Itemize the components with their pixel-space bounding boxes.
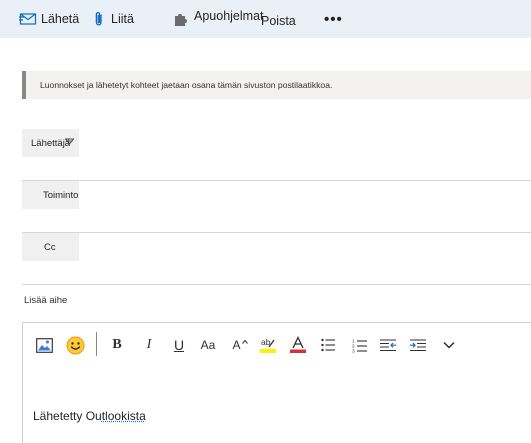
svg-text:3: 3 bbox=[352, 348, 355, 353]
bullet-list-icon bbox=[321, 338, 335, 352]
send-icon bbox=[19, 13, 37, 25]
send-label: Lähetä bbox=[41, 12, 80, 26]
emoji-icon bbox=[66, 336, 84, 354]
italic-button[interactable]: I bbox=[141, 333, 157, 357]
insert-picture-button[interactable] bbox=[34, 333, 54, 357]
arrow-up-icon bbox=[241, 339, 248, 344]
attach-label: Liitä bbox=[111, 12, 134, 26]
emoji-button[interactable] bbox=[64, 333, 86, 357]
italic-icon: I bbox=[146, 337, 152, 352]
from-button[interactable]: Lähettäjä bbox=[22, 129, 79, 157]
font-color-icon bbox=[290, 336, 306, 353]
cc-row: Cc bbox=[22, 233, 531, 285]
bold-icon: B bbox=[112, 337, 122, 352]
delete-label: Poista bbox=[261, 14, 296, 28]
message-body-signature: Lähetetty Outlookista bbox=[33, 409, 146, 423]
addins-label: Apuohjelmat bbox=[194, 9, 264, 23]
cc-label: Cc bbox=[44, 241, 56, 253]
bold-button[interactable]: B bbox=[109, 333, 125, 357]
grow-font-icon: A bbox=[232, 338, 241, 352]
addins-button[interactable]: Apuohjelmat bbox=[172, 0, 264, 38]
subject-input[interactable]: Lisää aihe bbox=[24, 295, 67, 306]
more-icon: ••• bbox=[324, 10, 343, 28]
underline-icon: U bbox=[173, 337, 185, 353]
cc-button[interactable]: Cc bbox=[22, 233, 79, 261]
chevron-down-icon bbox=[443, 341, 455, 349]
more-formatting-button[interactable] bbox=[441, 333, 457, 357]
paperclip-icon bbox=[95, 12, 102, 26]
font-color-button[interactable] bbox=[288, 333, 308, 357]
shared-mailbox-infobar: Luonnokset ja lähetetyt kohteet jaetaan … bbox=[22, 71, 531, 99]
to-label: Toiminto bbox=[43, 189, 79, 201]
bullets-button[interactable] bbox=[320, 333, 336, 357]
attach-button[interactable]: Liitä bbox=[95, 0, 134, 38]
to-row: Toiminto bbox=[22, 181, 531, 233]
puzzle-icon bbox=[175, 14, 187, 26]
more-options-button[interactable]: ••• bbox=[324, 0, 343, 38]
from-row: Lähettäjä bbox=[22, 129, 531, 181]
font-size-icon: Aa bbox=[200, 338, 216, 352]
highlight-button[interactable]: ab bbox=[258, 333, 278, 357]
increase-indent-button[interactable] bbox=[409, 333, 427, 357]
grow-font-button[interactable]: A bbox=[230, 333, 250, 357]
numbered-list-icon: 1 2 3 bbox=[352, 338, 367, 353]
increase-indent-icon bbox=[410, 339, 426, 351]
decrease-indent-icon bbox=[380, 339, 396, 351]
signature-text: Lähetetty Ou bbox=[33, 409, 102, 423]
font-size-button[interactable]: Aa bbox=[198, 333, 218, 357]
underline-button[interactable]: U bbox=[171, 333, 187, 357]
chevron-down-icon bbox=[65, 138, 74, 145]
delete-button[interactable]: Poista bbox=[261, 0, 296, 38]
message-editor[interactable]: B I U Aa A ab 1 2 3 Lähetetty Outlookist… bbox=[22, 322, 531, 443]
highlighter-icon: ab bbox=[260, 337, 276, 353]
numbering-button[interactable]: 1 2 3 bbox=[351, 333, 367, 357]
infobar-text: Luonnokset ja lähetetyt kohteet jaetaan … bbox=[40, 80, 333, 90]
signature-link[interactable]: tlookista bbox=[102, 409, 146, 423]
send-button[interactable]: Lähetä bbox=[19, 0, 79, 38]
decrease-indent-button[interactable] bbox=[379, 333, 397, 357]
command-bar: Lähetä Liitä Apuohjelmat Poista ••• bbox=[0, 0, 531, 38]
toolbar-separator bbox=[96, 332, 97, 356]
svg-text:ab: ab bbox=[261, 337, 271, 347]
to-button[interactable]: Toiminto bbox=[22, 181, 79, 209]
picture-icon bbox=[35, 337, 53, 353]
